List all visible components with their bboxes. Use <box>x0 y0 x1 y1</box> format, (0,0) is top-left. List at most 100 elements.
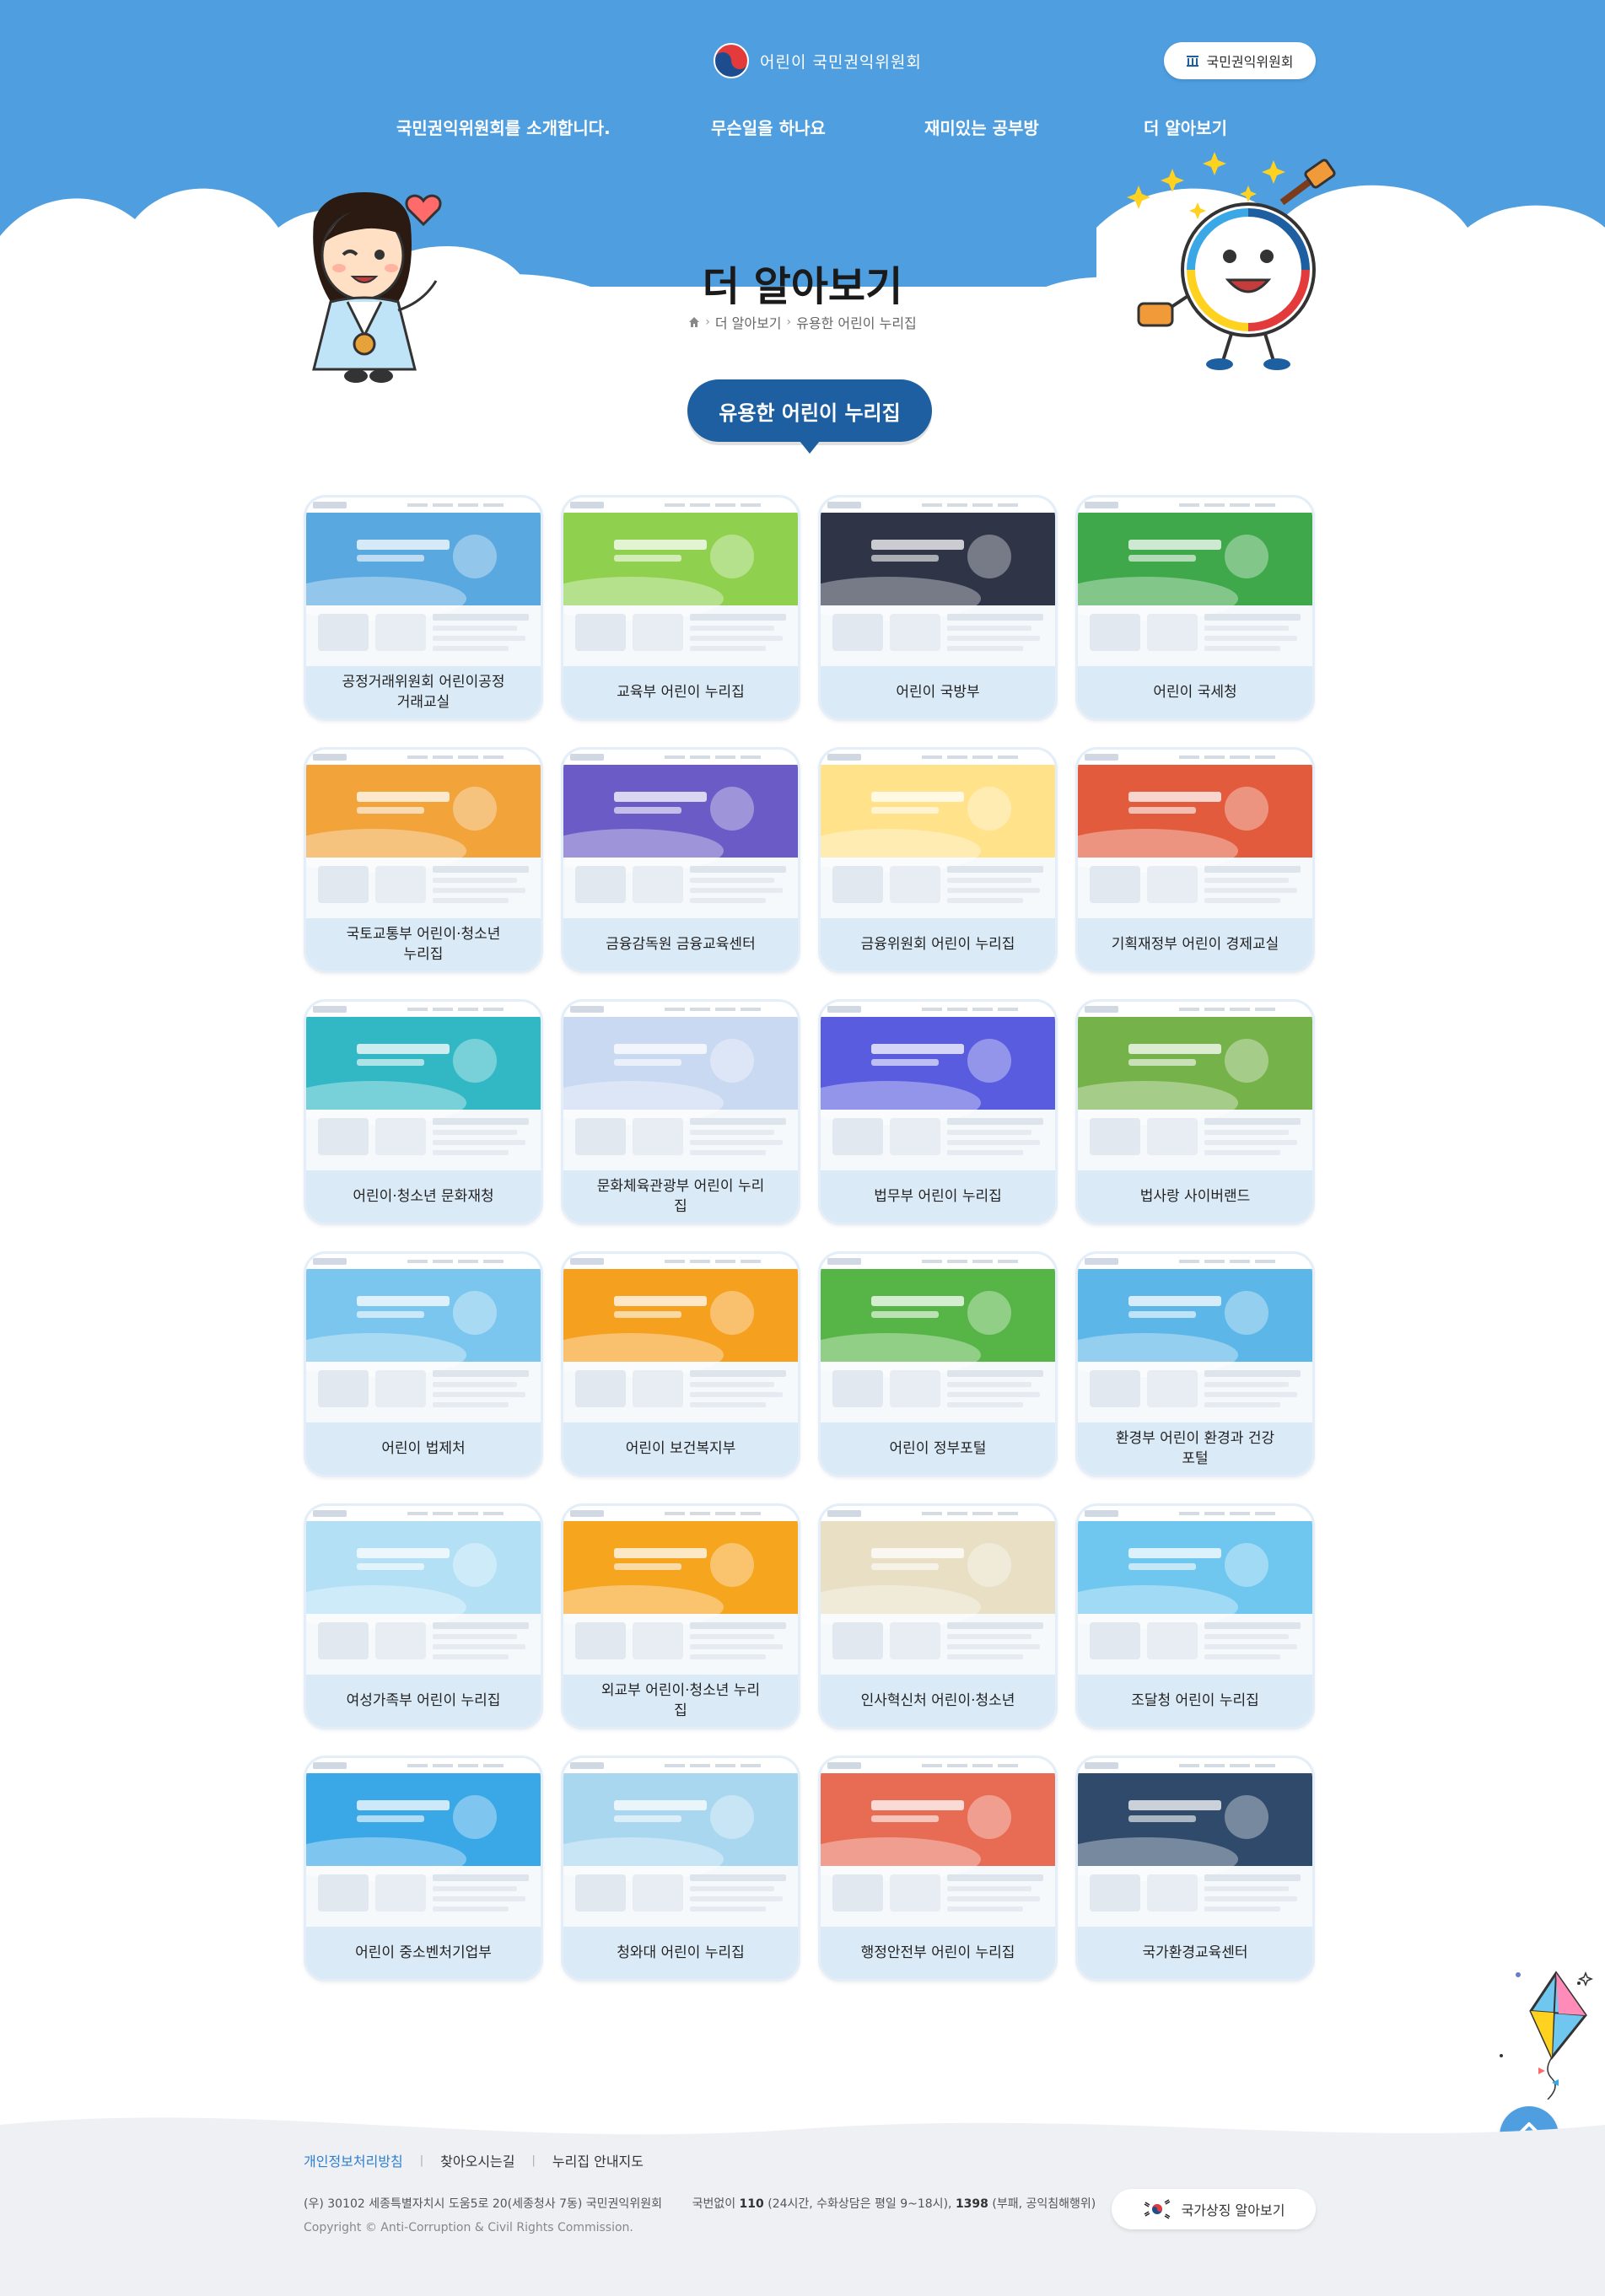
site-thumbnail <box>306 750 541 918</box>
divider: | <box>419 2154 424 2167</box>
nav-item-more[interactable]: 더 알아보기 <box>1144 115 1227 139</box>
site-card-label: 공정거래위원회 어린이공정거래교실 <box>342 674 505 711</box>
nav-item-work[interactable]: 무슨일을 하나요 <box>711 115 826 139</box>
site-card-label: 어린이 중소벤처기업부 <box>355 1944 492 1961</box>
site-screenshot-image <box>563 1758 798 1927</box>
home-icon[interactable] <box>688 316 700 328</box>
nav-item-study[interactable]: 재미있는 공부방 <box>924 115 1039 139</box>
section-title: 유용한 어린이 누리집 <box>687 379 932 454</box>
site-card-label: 어린이 정부포털 <box>889 1440 987 1457</box>
site-card[interactable]: 어린이·청소년 문화재청 <box>304 999 543 1225</box>
site-card[interactable]: 환경부 어린이 환경과 건강 포털 <box>1075 1251 1315 1477</box>
nav-item-about[interactable]: 국민권익위원회를 소개합니다. <box>396 115 611 139</box>
site-card-label: 환경부 어린이 환경과 건강 포털 <box>1115 1430 1275 1467</box>
site-screenshot-image <box>306 1506 541 1675</box>
chevron-right-icon: › <box>705 315 710 329</box>
site-card[interactable]: 문화체육관광부 어린이 누리집 <box>561 999 800 1225</box>
site-card[interactable]: 금융감독원 금융교육센터 <box>561 747 800 973</box>
site-card-label: 법사랑 사이버랜드 <box>1139 1188 1251 1205</box>
site-thumbnail <box>563 1506 798 1675</box>
acrc-site-button[interactable]: 국민권익위원회 <box>1164 42 1316 79</box>
phone-mid: (24시간, 수화상담은 평일 9~18시), <box>767 2197 952 2211</box>
building-icon <box>1187 56 1199 67</box>
site-card-label: 법무부 어린이 누리집 <box>874 1188 1002 1205</box>
site-thumbnail <box>821 1254 1055 1422</box>
site-screenshot-image <box>563 1002 798 1170</box>
logo[interactable]: 어린이 국민권익위원회 <box>713 40 922 81</box>
logo-text: 어린이 국민권익위원회 <box>760 52 922 72</box>
breadcrumb-item-more[interactable]: 더 알아보기 <box>715 312 782 332</box>
site-screenshot-image <box>306 1254 541 1422</box>
site-card[interactable]: 여성가족부 어린이 누리집 <box>304 1503 543 1729</box>
breadcrumb-item-current[interactable]: 유용한 어린이 누리집 <box>796 312 917 332</box>
site-card-label: 어린이·청소년 문화재청 <box>353 1188 494 1205</box>
site-thumbnail <box>306 497 541 666</box>
site-screenshot-image <box>563 1254 798 1422</box>
site-card-label: 어린이 국방부 <box>896 684 980 701</box>
site-screenshot-image <box>306 497 541 666</box>
site-grid: 공정거래위원회 어린이공정거래교실 교육부 어린이 누리집 어린이 국방부 어린이 국… <box>304 495 1316 1981</box>
site-card[interactable]: 어린이 법제처 <box>304 1251 543 1477</box>
main-nav: 국민권익위원회를 소개합니다. 무슨일을 하나요 재미있는 공부방 더 알아보기 <box>0 115 1605 145</box>
site-thumbnail <box>1078 1002 1312 1170</box>
page-title: 더 알아보기 <box>702 263 903 310</box>
site-screenshot-image <box>821 1758 1055 1927</box>
national-symbols-button[interactable]: 국가상징 알아보기 <box>1112 2189 1316 2229</box>
site-screenshot-image <box>306 1002 541 1170</box>
site-card[interactable]: 국토교통부 어린이·청소년 누리집 <box>304 747 543 973</box>
breadcrumb: › 더 알아보기 › 유용한 어린이 누리집 <box>0 312 1605 332</box>
site-card-label: 행정안전부 어린이 누리집 <box>860 1944 1015 1961</box>
site-card[interactable]: 어린이 국세청 <box>1075 495 1315 721</box>
site-screenshot-image <box>563 1506 798 1675</box>
footer-link-privacy[interactable]: 개인정보처리방침 <box>304 2150 403 2170</box>
site-screenshot-image <box>1078 1758 1312 1927</box>
site-screenshot-image <box>1078 1002 1312 1170</box>
phone-prefix: 국번없이 <box>692 2197 736 2211</box>
site-thumbnail <box>306 1758 541 1927</box>
site-card[interactable]: 청와대 어린이 누리집 <box>561 1756 800 1981</box>
site-card[interactable]: 어린이 보건복지부 <box>561 1251 800 1477</box>
site-card-label: 어린이 보건복지부 <box>625 1440 736 1457</box>
taegeuk-logo-icon <box>714 43 749 78</box>
site-card[interactable]: 외교부 어린이·청소년 누리집 <box>561 1503 800 1729</box>
site-screenshot-image <box>1078 497 1312 666</box>
site-card[interactable]: 국가환경교육센터 <box>1075 1756 1315 1981</box>
phone-suffix: (부패, 공익침해행위) <box>992 2197 1096 2211</box>
footer: 개인정보처리방침 | 찾아오시는길 | 누리집 안내지도 (우) 30102 세… <box>0 2108 1605 2296</box>
address-text: (우) 30102 세종특별자치시 도움5로 20(세종청사 7동) 국민권익위… <box>304 2197 662 2211</box>
site-card-label: 국가환경교육센터 <box>1142 1944 1248 1961</box>
site-card[interactable]: 기획재정부 어린이 경제교실 <box>1075 747 1315 973</box>
site-card[interactable]: 어린이 중소벤처기업부 <box>304 1756 543 1981</box>
site-screenshot-image <box>821 497 1055 666</box>
site-screenshot-image <box>821 1506 1055 1675</box>
site-screenshot-image <box>1078 1254 1312 1422</box>
site-thumbnail <box>1078 1758 1312 1927</box>
site-thumbnail <box>821 1758 1055 1927</box>
site-card-label: 인사혁신처 어린이·청소년 <box>860 1692 1015 1709</box>
site-card[interactable]: 법무부 어린이 누리집 <box>818 999 1058 1225</box>
site-thumbnail <box>306 1254 541 1422</box>
footer-link-directions[interactable]: 찾아오시는길 <box>440 2150 514 2170</box>
site-card-label: 문화체육관광부 어린이 누리집 <box>596 1178 765 1215</box>
site-card-label: 어린이 법제처 <box>381 1440 466 1457</box>
site-card[interactable]: 어린이 정부포털 <box>818 1251 1058 1477</box>
site-card[interactable]: 어린이 국방부 <box>818 495 1058 721</box>
divider: | <box>531 2154 536 2167</box>
footer-address: (우) 30102 세종특별자치시 도움5로 20(세종청사 7동) 국민권익위… <box>304 2195 1096 2212</box>
site-thumbnail <box>1078 1506 1312 1675</box>
site-card[interactable]: 행정안전부 어린이 누리집 <box>818 1756 1058 1981</box>
site-thumbnail <box>306 1002 541 1170</box>
site-card[interactable]: 인사혁신처 어린이·청소년 <box>818 1503 1058 1729</box>
header: 어린이 국민권익위원회 국민권익위원회 국민권익위원회를 소개합니다. 무슨일을… <box>0 0 1605 548</box>
site-screenshot-image <box>563 750 798 918</box>
korean-flag-icon <box>1142 2199 1171 2219</box>
site-card[interactable]: 금융위원회 어린이 누리집 <box>818 747 1058 973</box>
site-card[interactable]: 조달청 어린이 누리집 <box>1075 1503 1315 1729</box>
site-card[interactable]: 공정거래위원회 어린이공정거래교실 <box>304 495 543 721</box>
site-card[interactable]: 법사랑 사이버랜드 <box>1075 999 1315 1225</box>
site-thumbnail <box>563 1002 798 1170</box>
site-thumbnail <box>1078 497 1312 666</box>
site-screenshot-image <box>821 750 1055 918</box>
site-card[interactable]: 교육부 어린이 누리집 <box>561 495 800 721</box>
footer-link-sitemap[interactable]: 누리집 안내지도 <box>552 2150 644 2170</box>
